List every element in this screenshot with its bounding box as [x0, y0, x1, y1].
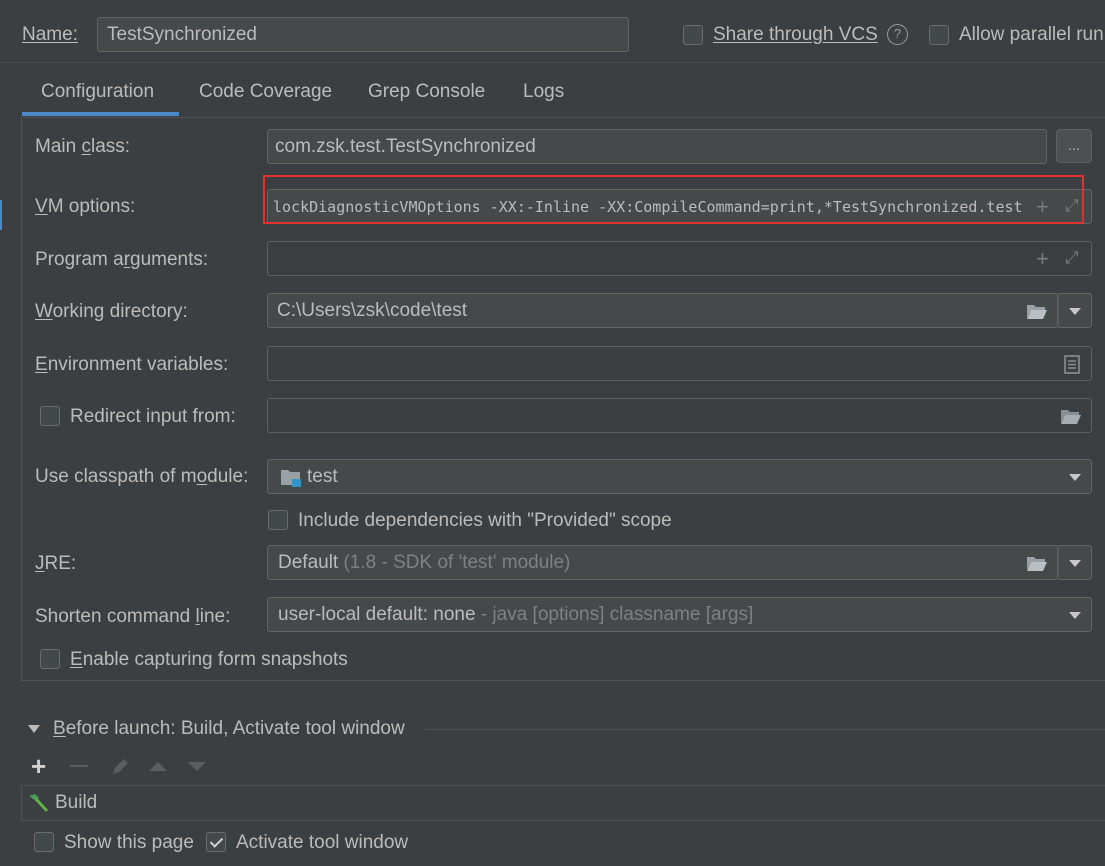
document-icon[interactable] [1064, 355, 1080, 374]
classpath-label: Use classpath of module: [35, 466, 249, 487]
help-icon[interactable]: ? [887, 24, 908, 45]
chevron-down-icon [1069, 612, 1081, 619]
jre-default-text: Default [278, 551, 339, 573]
tab-code-coverage[interactable]: Code Coverage [199, 80, 339, 116]
name-input[interactable]: TestSynchronized [97, 17, 629, 52]
include-deps-checkbox[interactable] [268, 510, 288, 530]
main-class-input[interactable]: com.zsk.test.TestSynchronized [267, 129, 1047, 164]
name-input-value: TestSynchronized [107, 23, 257, 45]
tab-code-coverage-label: Code Coverage [199, 81, 333, 102]
redirect-input-checkbox[interactable] [40, 406, 60, 426]
list-item-label: Build [55, 792, 98, 813]
env-vars-label: Environment variables: [35, 354, 229, 375]
share-vcs-checkbox[interactable] [683, 25, 703, 45]
name-label: Name: [22, 24, 78, 45]
tab-grep-console-label: Grep Console [368, 81, 486, 102]
expand-arrows-icon[interactable]: ⤢ [1065, 248, 1079, 268]
add-task-icon[interactable]: + [31, 752, 46, 780]
shorten-select[interactable]: user-local default: none - java [options… [267, 597, 1092, 632]
shorten-value: user-local default: none - java [options… [278, 604, 753, 626]
edit-pencil-icon[interactable] [109, 756, 131, 778]
tab-configuration[interactable]: Configuration [22, 80, 179, 116]
tab-grep-console[interactable]: Grep Console [368, 80, 493, 116]
tab-configuration-label: Configuration [41, 81, 155, 102]
share-vcs-label: Share through VCS [713, 24, 878, 45]
main-class-label: Main class: [35, 136, 131, 157]
move-down-icon[interactable] [188, 762, 206, 771]
left-gutter-marker [0, 200, 2, 230]
show-page-checkbox[interactable] [34, 832, 54, 852]
jre-dropdown[interactable] [1058, 545, 1092, 580]
header-divider [0, 62, 1105, 63]
highlight-box [263, 175, 1084, 224]
shorten-default-text: user-local default: none [278, 603, 476, 625]
move-up-icon[interactable] [149, 762, 167, 771]
show-page-label: Show this page [64, 832, 194, 853]
shorten-hint-text: - java [options] classname [args] [480, 603, 754, 625]
main-class-value: com.zsk.test.TestSynchronized [275, 135, 536, 157]
allow-parallel-checkbox[interactable] [929, 25, 949, 45]
folder-open-icon[interactable] [1026, 303, 1048, 320]
working-dir-value: C:\Users\zsk\code\test [277, 299, 468, 321]
module-folder-icon [281, 470, 301, 487]
browse-button[interactable]: ... [1056, 129, 1092, 163]
remove-task-icon[interactable] [70, 765, 88, 767]
tab-logs[interactable]: Logs [523, 80, 573, 116]
snapshots-label: Enable capturing form snapshots [70, 649, 348, 670]
working-dir-dropdown[interactable] [1058, 293, 1092, 328]
redirect-input-field[interactable] [267, 398, 1092, 433]
include-deps-label: Include dependencies with "Provided" sco… [298, 510, 672, 531]
classpath-value: test [307, 465, 338, 487]
collapse-triangle-icon[interactable] [28, 725, 40, 733]
hammer-icon [29, 794, 48, 812]
snapshots-checkbox[interactable] [40, 649, 60, 669]
working-dir-input[interactable]: C:\Users\zsk\code\test [267, 293, 1058, 328]
program-args-label: Program arguments: [35, 249, 209, 270]
working-dir-label: Working directory: [35, 301, 188, 322]
before-launch-title[interactable]: Before launch: Build, Activate tool wind… [53, 718, 405, 740]
list-item[interactable]: Build [22, 786, 1105, 820]
before-launch-list: Build [21, 785, 1105, 821]
classpath-select[interactable]: test [267, 459, 1092, 494]
chevron-down-icon [1069, 474, 1081, 481]
chevron-down-icon [1069, 560, 1081, 567]
env-vars-input[interactable] [267, 346, 1092, 381]
before-launch-divider [425, 729, 1105, 730]
tab-logs-label: Logs [523, 81, 565, 102]
activate-tool-label: Activate tool window [236, 832, 409, 853]
jre-label: JRE: [35, 553, 77, 574]
program-args-input[interactable]: + ⤢ [267, 241, 1092, 276]
folder-open-icon[interactable] [1060, 408, 1082, 425]
activate-tool-checkbox[interactable] [206, 832, 226, 852]
expand-plus-icon[interactable]: + [1036, 246, 1049, 272]
redirect-input-label: Redirect input from: [70, 406, 236, 427]
jre-value: Default (1.8 - SDK of 'test' module) [278, 552, 570, 574]
jre-input[interactable]: Default (1.8 - SDK of 'test' module) [267, 545, 1058, 580]
jre-hint-text: (1.8 - SDK of 'test' module) [343, 551, 571, 573]
folder-open-icon[interactable] [1026, 555, 1048, 572]
allow-parallel-label: Allow parallel run [959, 24, 1104, 45]
vm-options-label: VM options: [35, 196, 136, 217]
chevron-down-icon [1069, 308, 1081, 315]
shorten-label: Shorten command line: [35, 606, 231, 627]
